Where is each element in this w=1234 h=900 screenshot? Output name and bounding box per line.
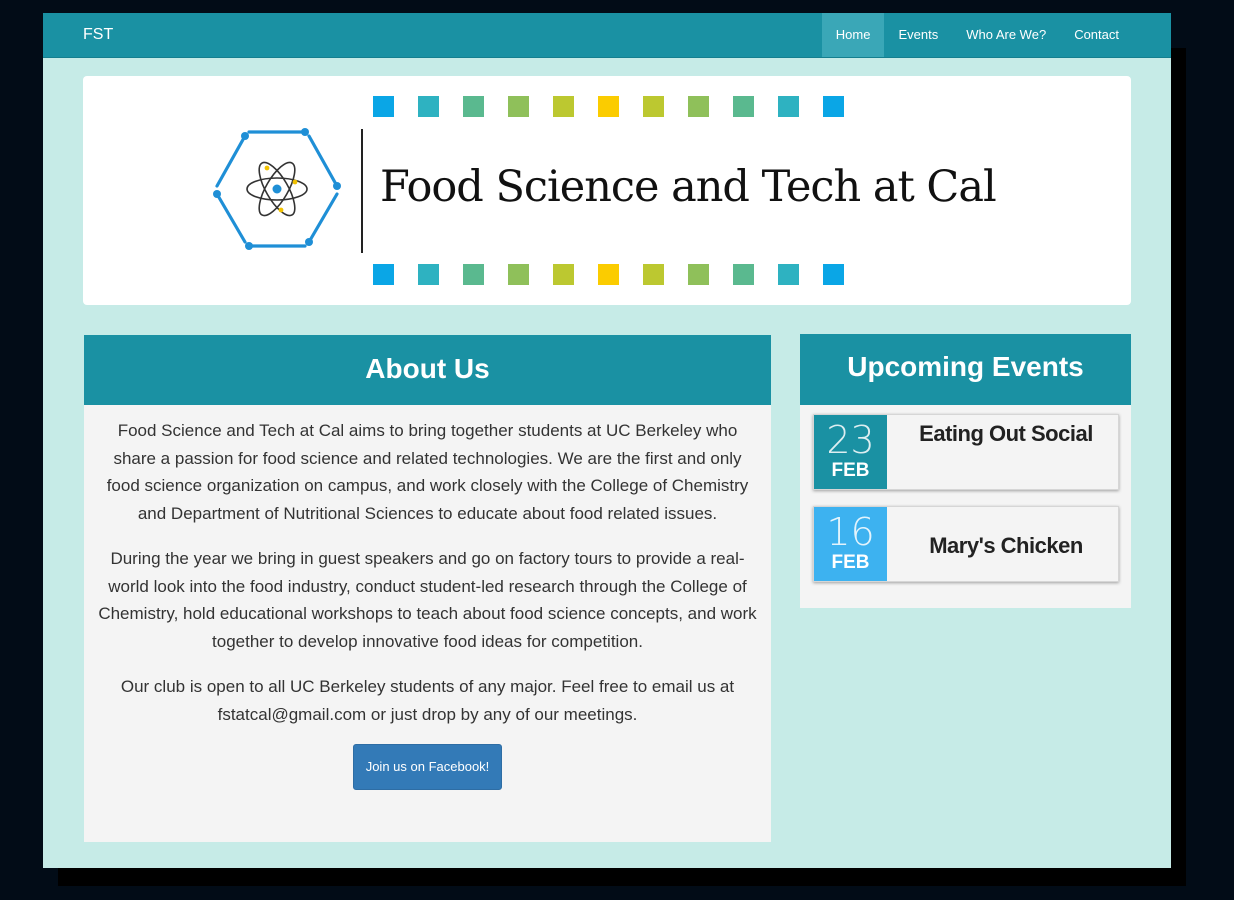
- color-square: [508, 96, 529, 117]
- about-paragraph: During the year we bring in guest speake…: [98, 549, 757, 651]
- event-day: 16: [826, 510, 875, 554]
- color-square: [373, 264, 394, 285]
- color-squares-top: [373, 96, 844, 117]
- color-square: [418, 264, 439, 285]
- nav-item-who-are-we[interactable]: Who Are We?: [952, 13, 1060, 57]
- about-paragraph: Food Science and Tech at Cal aims to bri…: [106, 421, 749, 523]
- atom-fork-logo-icon: [213, 128, 341, 250]
- color-square: [373, 96, 394, 117]
- event-card[interactable]: 16 FEB Mary's Chicken: [813, 506, 1119, 582]
- color-square: [733, 264, 754, 285]
- color-square: [643, 96, 664, 117]
- color-square: [598, 264, 619, 285]
- color-square: [823, 264, 844, 285]
- color-square: [778, 264, 799, 285]
- facebook-button[interactable]: Join us on Facebook!: [352, 744, 503, 790]
- color-square: [553, 264, 574, 285]
- nav-menu: Home Events Who Are We? Contact: [821, 13, 1133, 57]
- logo-text: Food Science and Tech at Cal: [380, 162, 997, 212]
- color-square: [508, 264, 529, 285]
- browser-page: FST Home Events Who Are We? Contact Food…: [43, 13, 1171, 868]
- color-square: [733, 96, 754, 117]
- color-square: [463, 96, 484, 117]
- date-badge: 16 FEB: [814, 507, 887, 581]
- color-square: [553, 96, 574, 117]
- nav-item-home[interactable]: Home: [821, 13, 885, 57]
- event-title[interactable]: Eating Out Social: [902, 421, 1110, 447]
- event-title[interactable]: Mary's Chicken: [902, 533, 1110, 559]
- nav-item-events[interactable]: Events: [884, 13, 952, 57]
- color-square: [418, 96, 439, 117]
- date-badge: 23 FEB: [814, 415, 887, 489]
- color-square: [598, 96, 619, 117]
- about-title: About Us: [84, 335, 771, 405]
- color-square: [778, 96, 799, 117]
- event-month: FEB: [831, 460, 870, 481]
- event-day: 23: [826, 418, 875, 462]
- about-panel: About Us Food Science and Tech at Cal ai…: [84, 335, 771, 842]
- color-square: [688, 96, 709, 117]
- about-paragraph: Our club is open to all UC Berkeley stud…: [120, 677, 735, 724]
- events-panel: Upcoming Events 23 FEB Eating Out Social…: [800, 334, 1131, 608]
- events-title: Upcoming Events: [800, 334, 1131, 405]
- about-body: Food Science and Tech at Cal aims to bri…: [84, 405, 771, 790]
- nav-item-contact[interactable]: Contact: [1060, 13, 1133, 57]
- brand-link[interactable]: FST: [83, 13, 113, 57]
- color-square: [643, 264, 664, 285]
- color-square: [463, 264, 484, 285]
- navbar: FST Home Events Who Are We? Contact: [43, 13, 1171, 58]
- event-card[interactable]: 23 FEB Eating Out Social: [813, 414, 1119, 490]
- color-square: [688, 264, 709, 285]
- color-square: [823, 96, 844, 117]
- color-squares-bottom: [373, 264, 844, 285]
- logo-divider: [361, 129, 363, 253]
- banner: Food Science and Tech at Cal: [83, 76, 1131, 305]
- event-month: FEB: [831, 552, 870, 573]
